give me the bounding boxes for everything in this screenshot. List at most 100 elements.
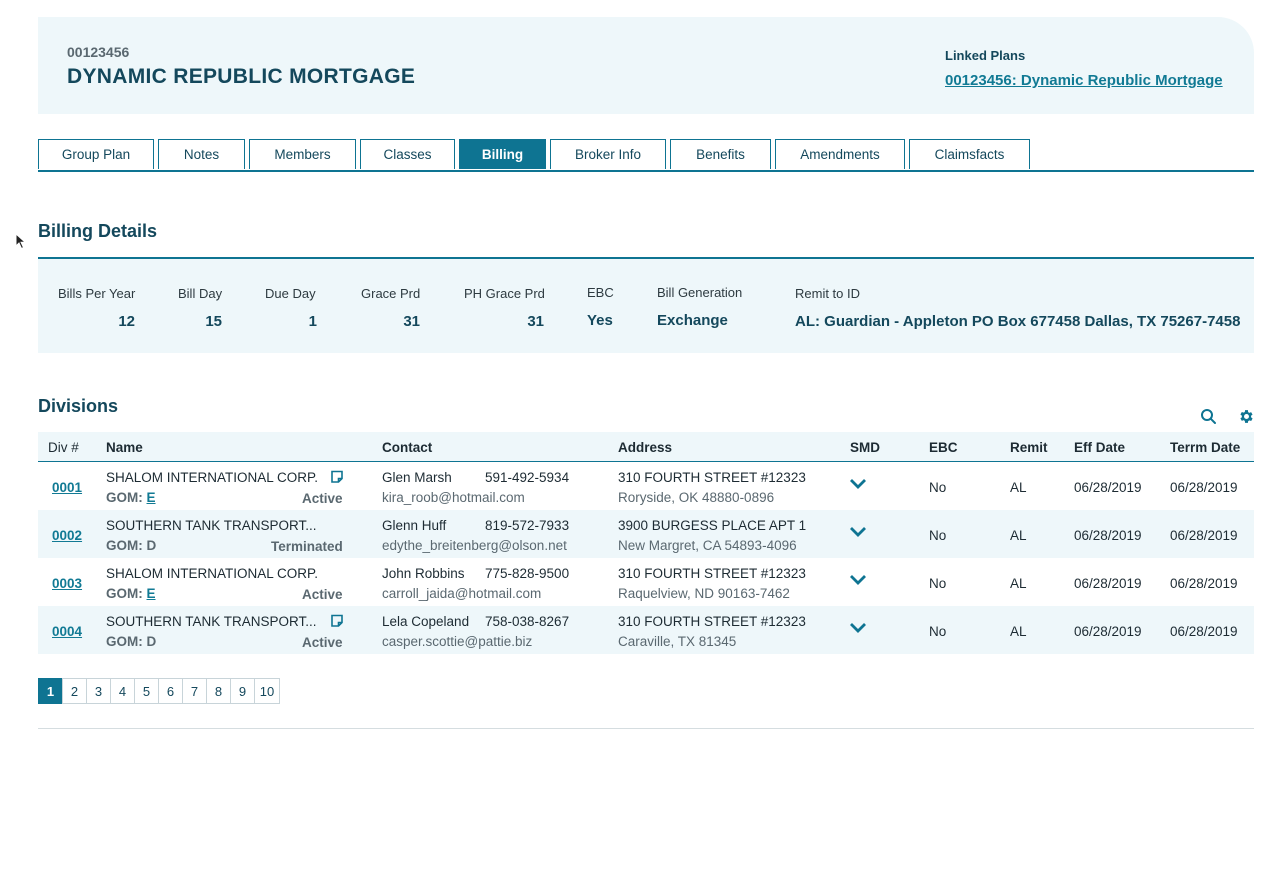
page-1-button[interactable]: 1	[38, 678, 63, 704]
bills-per-year-value: 12	[118, 313, 135, 330]
divisions-table: Div # Name Contact Address SMD EBC Remit…	[38, 432, 1254, 654]
table-row[interactable]: 0003 SHALOM INTERNATIONAL CORP. GOM: E A…	[38, 558, 1254, 606]
page-10-button[interactable]: 10	[254, 678, 280, 704]
tab-members[interactable]: Members	[249, 139, 356, 169]
remit-value: AL	[1010, 528, 1027, 543]
tab-billing[interactable]: Billing	[459, 139, 546, 169]
bill-day-value: 15	[205, 313, 222, 330]
page-5-button[interactable]: 5	[134, 678, 159, 704]
tab-classes[interactable]: Classes	[360, 139, 455, 169]
grace-prd-field: Grace Prd 31	[361, 286, 420, 330]
tab-broker-info[interactable]: Broker Info	[550, 139, 666, 169]
page-7-button[interactable]: 7	[182, 678, 207, 704]
ph-grace-prd-label: PH Grace Prd	[464, 286, 545, 301]
div-number-link[interactable]: 0003	[52, 576, 82, 591]
chevron-down-icon[interactable]	[849, 526, 867, 538]
bill-generation-label: Bill Generation	[657, 285, 743, 300]
gom-value: D	[146, 538, 157, 553]
gom-value-link[interactable]: E	[147, 490, 156, 505]
table-row[interactable]: 0004 SOUTHERN TANK TRANSPORT... GOM: D A…	[38, 606, 1254, 654]
ebc-value: No	[929, 576, 947, 591]
contact-name: Glen Marsh	[382, 470, 452, 485]
note-icon[interactable]	[330, 470, 344, 484]
col-name[interactable]: Name	[106, 440, 143, 455]
ebc-label: EBC	[587, 285, 614, 300]
section-divider	[38, 728, 1254, 729]
page-2-button[interactable]: 2	[62, 678, 87, 704]
due-day-value: 1	[308, 313, 317, 330]
term-date: 06/28/2019	[1170, 624, 1238, 639]
chevron-down-icon[interactable]	[849, 574, 867, 586]
col-address[interactable]: Address	[618, 440, 672, 455]
bill-day-field: Bill Day 15	[178, 286, 222, 330]
remit-to-id-field: Remit to ID AL: Guardian - Appleton PO B…	[795, 286, 1240, 330]
page-9-button[interactable]: 9	[230, 678, 255, 704]
table-row[interactable]: 0001 SHALOM INTERNATIONAL CORP. GOM: E A…	[38, 462, 1254, 510]
division-name: SHALOM INTERNATIONAL CORP.	[106, 566, 319, 581]
ph-grace-prd-value: 31	[527, 313, 544, 330]
col-eff-date[interactable]: Eff Date	[1074, 440, 1125, 455]
billing-details-panel: Bills Per Year 12 Bill Day 15 Due Day 1 …	[38, 257, 1254, 353]
bills-per-year-label: Bills Per Year	[58, 286, 136, 301]
tab-claimsfacts[interactable]: Claimsfacts	[909, 139, 1030, 169]
address-line2: Raquelview, ND 90163-7462	[618, 586, 790, 601]
tab-notes[interactable]: Notes	[158, 139, 245, 169]
gom-value-link[interactable]: E	[147, 586, 156, 601]
ebc-value: No	[929, 480, 947, 495]
gom-label: GOM:	[106, 634, 143, 649]
page-4-button[interactable]: 4	[110, 678, 135, 704]
due-day-label: Due Day	[265, 286, 316, 301]
div-number-link[interactable]: 0004	[52, 624, 82, 639]
status-badge: Terminated	[271, 539, 343, 554]
search-icon[interactable]	[1200, 408, 1217, 425]
note-icon[interactable]	[330, 614, 344, 628]
contact-email: casper.scottie@pattie.biz	[382, 634, 533, 649]
chevron-down-icon[interactable]	[849, 478, 867, 490]
plan-number: 00123456	[67, 44, 130, 60]
billing-details-title: Billing Details	[38, 221, 158, 241]
status-badge: Active	[302, 491, 343, 506]
address-line2: New Margret, CA 54893-4096	[618, 538, 797, 553]
contact-name: John Robbins	[382, 566, 465, 581]
address-line1: 3900 BURGESS PLACE APT 1	[618, 518, 807, 533]
col-div-num[interactable]: Div #	[48, 440, 79, 455]
bill-day-label: Bill Day	[178, 286, 223, 301]
bill-generation-value: Exchange	[657, 312, 728, 329]
page-6-button[interactable]: 6	[158, 678, 183, 704]
div-number-link[interactable]: 0001	[52, 480, 82, 495]
col-smd[interactable]: SMD	[850, 440, 880, 455]
status-badge: Active	[302, 635, 343, 650]
division-name: SOUTHERN TANK TRANSPORT...	[106, 518, 317, 533]
col-contact[interactable]: Contact	[382, 440, 432, 455]
contact-email: edythe_breitenberg@olson.net	[382, 538, 567, 553]
col-remit[interactable]: Remit	[1010, 440, 1048, 455]
ebc-field: EBC Yes	[587, 285, 614, 329]
remit-to-id-value: AL: Guardian - Appleton PO Box 677458 Da…	[795, 313, 1241, 330]
due-day-field: Due Day 1	[265, 286, 317, 330]
contact-phone: 775-828-9500	[485, 566, 570, 581]
table-header: Div # Name Contact Address SMD EBC Remit…	[38, 432, 1254, 462]
col-ebc[interactable]: EBC	[929, 440, 958, 455]
ph-grace-prd-field: PH Grace Prd 31	[464, 286, 545, 330]
eff-date: 06/28/2019	[1074, 480, 1142, 495]
ebc-value: Yes	[587, 312, 613, 329]
pagination: 1 2 3 4 5 6 7 8 9 10	[38, 678, 280, 704]
gom-label: GOM:	[106, 490, 143, 505]
bill-generation-field: Bill Generation Exchange	[657, 285, 742, 329]
division-name: SHALOM INTERNATIONAL CORP.	[106, 470, 319, 485]
grace-prd-value: 31	[403, 313, 420, 330]
div-number-link[interactable]: 0002	[52, 528, 82, 543]
page-8-button[interactable]: 8	[206, 678, 231, 704]
table-row[interactable]: 0002 SOUTHERN TANK TRANSPORT... GOM: D T…	[38, 510, 1254, 558]
tab-benefits[interactable]: Benefits	[670, 139, 771, 169]
gear-icon[interactable]	[1238, 408, 1255, 425]
tab-amendments[interactable]: Amendments	[775, 139, 905, 169]
page-3-button[interactable]: 3	[86, 678, 111, 704]
linked-plan-link[interactable]: 00123456: Dynamic Republic Mortgage	[945, 72, 1223, 89]
tab-group-plan[interactable]: Group Plan	[38, 139, 154, 169]
chevron-down-icon[interactable]	[849, 622, 867, 634]
contact-phone: 758-038-8267	[485, 614, 570, 629]
col-term-date[interactable]: Terrm Date	[1170, 440, 1240, 455]
remit-value: AL	[1010, 624, 1027, 639]
contact-phone: 591-492-5934	[485, 470, 570, 485]
